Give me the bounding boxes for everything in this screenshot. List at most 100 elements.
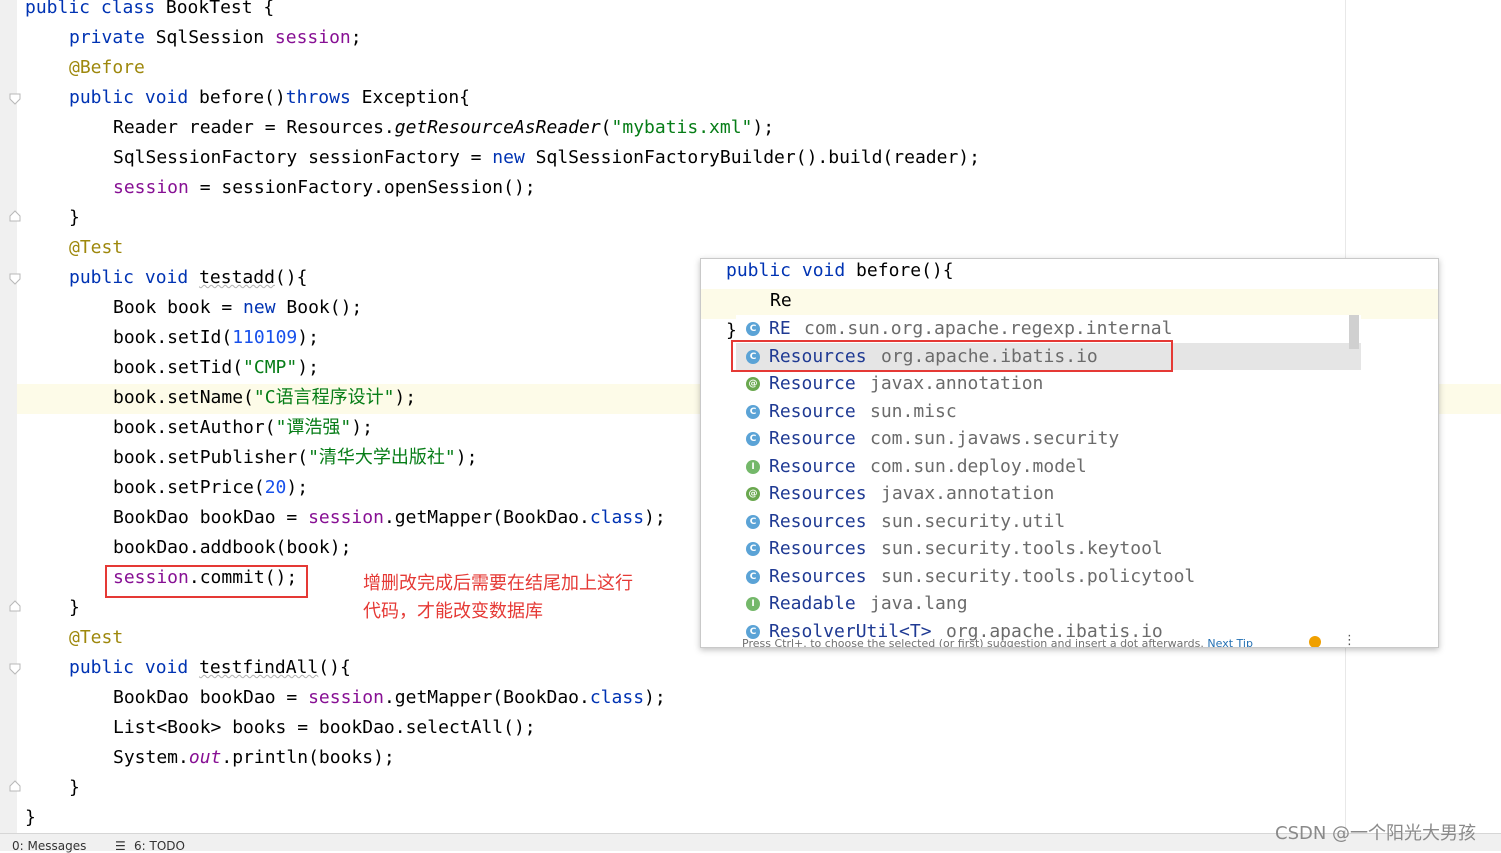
code-line: book.setId(110109); xyxy=(113,323,319,353)
field-name: session xyxy=(308,507,384,528)
keyword: throws xyxy=(285,87,351,108)
code-text: System. xyxy=(113,747,189,768)
suggestion-package: sun.misc xyxy=(870,400,957,422)
code-text: .getMapper(BookDao. xyxy=(383,507,590,528)
keyword: class xyxy=(589,507,645,528)
annotation-icon: @ xyxy=(746,377,760,391)
keyword: new xyxy=(243,297,276,318)
typed-prefix: Re xyxy=(770,290,792,311)
code-text: book.setPrice( xyxy=(113,477,265,498)
string-literal: "mybatis.xml" xyxy=(611,117,753,138)
code-text: book.setTid( xyxy=(113,357,244,378)
code-text: ); xyxy=(297,327,319,348)
string-literal: "清华大学出版社" xyxy=(308,447,456,468)
suggestion-item[interactable]: C Resource com.sun.javaws.security xyxy=(736,425,1361,453)
code-text: book.setAuthor( xyxy=(113,417,276,438)
suggestion-package: java.lang xyxy=(870,593,968,614)
keyword: public class xyxy=(25,0,156,18)
suggestion-item[interactable]: I Resource com.sun.deploy.model xyxy=(736,453,1361,481)
annotation: @Test xyxy=(69,237,124,258)
suggestion-name: RE xyxy=(769,318,791,339)
code-text: ); xyxy=(455,447,478,468)
fold-icon[interactable] xyxy=(9,780,21,792)
code-editor[interactable]: public class BookTest { private SqlSessi… xyxy=(25,0,980,828)
code-line: List<Book> books = bookDao.selectAll(); xyxy=(113,717,536,738)
fold-icon[interactable] xyxy=(9,273,21,285)
code-text: before(){ xyxy=(845,260,954,281)
suggestion-item[interactable]: C Resource sun.misc xyxy=(736,398,1361,426)
code-text: (){ xyxy=(318,657,351,678)
code-text: Reader reader = Resources. xyxy=(113,117,395,138)
suggestion-name: Resources xyxy=(769,483,867,504)
code-line: public class BookTest { xyxy=(25,0,274,23)
keyword: new xyxy=(492,147,525,168)
method-name: testadd xyxy=(199,267,275,288)
code-line: public void testfindAll(){ xyxy=(69,653,351,683)
annotation-note-line1: 增删改完成后需要在结尾加上这行 xyxy=(363,573,633,594)
more-options-icon[interactable]: ⋮ xyxy=(1343,633,1356,647)
suggestion-item[interactable]: C Resources sun.security.util xyxy=(736,508,1361,536)
tip-text: Press Ctrl+. to choose the selected (or … xyxy=(742,637,1204,648)
todo-tab[interactable]: 6: TODO xyxy=(134,839,185,853)
messages-tab[interactable]: 0: Messages xyxy=(12,839,86,853)
suggestion-package: sun.security.tools.keytool xyxy=(881,538,1163,559)
fold-icon[interactable] xyxy=(9,663,21,675)
suggestion-package: com.sun.deploy.model xyxy=(870,455,1087,477)
code-line: Book book = new Book(); xyxy=(113,293,362,323)
suggestion-package: sun.security.tools.policytool xyxy=(881,565,1196,587)
suggestion-package: javax.annotation xyxy=(881,483,1055,504)
method-name: before() xyxy=(188,87,286,108)
closing-brace: } xyxy=(69,597,80,618)
annotation-icon: @ xyxy=(746,487,760,501)
class-icon: C xyxy=(746,514,760,529)
suggestion-package: com.sun.javaws.security xyxy=(870,428,1120,449)
code-text: = sessionFactory.openSession(); xyxy=(188,177,536,198)
suggestion-name: Resources xyxy=(769,538,867,559)
code-text: (){ xyxy=(274,267,308,288)
code-line: Reader reader = Resources.getResourceAsR… xyxy=(113,113,774,143)
suggestion-scrollbar[interactable] xyxy=(1349,315,1359,349)
suggestion-name: Resource xyxy=(769,455,856,477)
annotation-note: 增删改完成后需要在结尾加上这行 代码，才能改变数据库 xyxy=(363,570,633,626)
code-text: book.setId( xyxy=(113,327,233,348)
code-line: book.setPrice(20); xyxy=(113,473,308,503)
commit-highlight-box xyxy=(105,565,308,598)
suggestion-item[interactable]: C Resources sun.security.tools.policytool xyxy=(736,563,1361,591)
suggestion-package: sun.security.util xyxy=(881,510,1066,532)
keyword: class xyxy=(589,687,645,708)
todo-icon: ☰ xyxy=(115,839,126,853)
code-text: Book book = xyxy=(113,297,244,318)
code-text: ; xyxy=(350,27,362,48)
fold-icon[interactable] xyxy=(9,210,21,222)
code-line: public void testadd(){ xyxy=(69,263,307,293)
next-tip-link[interactable]: Next Tip xyxy=(1207,637,1253,647)
code-text: ); xyxy=(644,687,666,708)
field-name: session xyxy=(113,177,189,198)
suggestion-item[interactable]: C RE com.sun.org.apache.regexp.internal xyxy=(736,315,1361,343)
suggestion-item[interactable]: I Readable java.lang xyxy=(736,590,1361,618)
code-text: BookTest { xyxy=(155,0,275,18)
interface-icon: I xyxy=(746,597,760,611)
suggestion-package: javax.annotation xyxy=(870,373,1044,394)
suggestion-package: com.sun.org.apache.regexp.internal xyxy=(804,318,1173,339)
suggestion-item[interactable]: @ Resources javax.annotation xyxy=(736,480,1361,508)
suggestion-item[interactable]: C Resources sun.security.tools.keytool xyxy=(736,535,1361,563)
code-line: bookDao.addbook(book); xyxy=(113,537,352,558)
fold-icon[interactable] xyxy=(9,600,21,612)
fold-icon[interactable] xyxy=(9,93,21,105)
code-line: public void before()throws Exception{ xyxy=(69,83,470,113)
completion-popup: public void before(){ Re } C RE com.sun.or… xyxy=(700,258,1439,648)
suggestion-item[interactable]: @ Resource javax.annotation xyxy=(736,370,1361,398)
suggestion-name: Resource xyxy=(769,428,856,449)
code-text: book.setPublisher( xyxy=(113,447,309,468)
code-text: ); xyxy=(351,417,373,438)
code-line: System.out.println(books); xyxy=(113,743,395,773)
code-text: Book(); xyxy=(275,297,363,318)
annotation: @Before xyxy=(69,57,145,78)
static-field: out xyxy=(188,747,222,768)
completion-tip: Press Ctrl+. to choose the selected (or … xyxy=(742,637,1253,648)
annotation: @Test xyxy=(69,627,124,648)
resources-highlight-box xyxy=(731,340,1173,372)
lightbulb-icon[interactable] xyxy=(1309,636,1321,647)
code-text: ); xyxy=(286,477,309,498)
